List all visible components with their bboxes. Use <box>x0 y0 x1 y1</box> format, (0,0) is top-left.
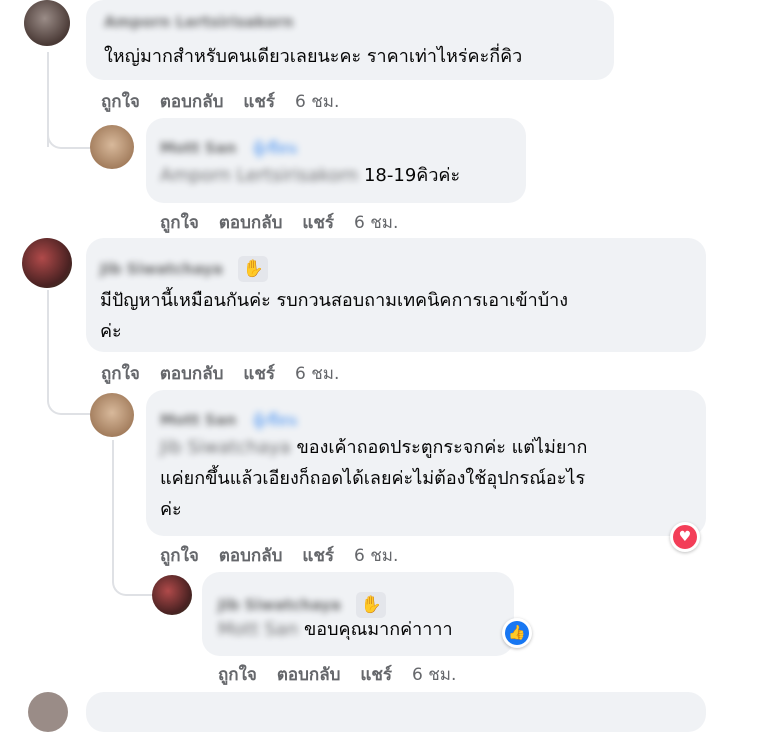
reply-button[interactable]: ตอบกลับ <box>160 364 224 384</box>
thread-curve <box>112 560 154 596</box>
timestamp: 6 ชม. <box>354 213 399 233</box>
comment-actions: ถูกใจ ตอบกลับ แชร์ 6 ชม. <box>218 661 476 688</box>
author-tag: ผู้เขียน <box>253 411 297 429</box>
thread-curve <box>47 385 91 415</box>
commenter-name[interactable]: Mott San ผู้เขียน <box>160 408 297 432</box>
comment-actions: ถูกใจ ตอบกลับ แชร์ 6 ชม. <box>101 88 359 115</box>
mention-link[interactable]: Mott San <box>218 614 298 645</box>
timestamp: 6 ชม. <box>295 92 340 112</box>
author-tag: ผู้เขียน <box>253 139 297 157</box>
reply-button[interactable]: ตอบกลับ <box>219 546 283 566</box>
thread-curve <box>47 120 91 149</box>
share-button[interactable]: แชร์ <box>243 92 275 112</box>
avatar[interactable] <box>28 692 68 732</box>
comment-text: มีปัญหานี้เหมือนกันค่ะ รบกวนสอบถามเทคนิค… <box>100 290 569 342</box>
commenter-name[interactable]: Amporn Lertsirisakorn <box>104 13 294 31</box>
like-button[interactable]: ถูกใจ <box>101 92 140 112</box>
avatar[interactable] <box>152 575 192 615</box>
like-reaction-icon[interactable]: 👍 <box>502 618 532 648</box>
comment-actions: ถูกใจ ตอบกลับ แชร์ 6 ชม. <box>101 360 359 387</box>
waving-hand-icon: ✋ <box>238 256 269 282</box>
heart-reaction-icon[interactable]: ♥ <box>670 522 700 552</box>
timestamp: 6 ชม. <box>412 665 457 685</box>
comment-actions: ถูกใจ ตอบกลับ แชร์ 6 ชม. <box>160 209 418 236</box>
avatar[interactable] <box>24 0 70 46</box>
timestamp: 6 ชม. <box>354 546 399 566</box>
mention-link[interactable]: Jib Siwatchaya <box>160 432 291 463</box>
commenter-name[interactable]: Mott San ผู้เขียน <box>160 136 297 160</box>
timestamp: 6 ชม. <box>295 364 340 384</box>
avatar[interactable] <box>22 238 72 288</box>
share-button[interactable]: แชร์ <box>360 665 392 685</box>
like-button[interactable]: ถูกใจ <box>160 213 199 233</box>
share-button[interactable]: แชร์ <box>302 546 334 566</box>
thread-line <box>112 440 114 570</box>
share-button[interactable]: แชร์ <box>302 213 334 233</box>
comment-text: Jib Siwatchaya ของเค้าถอดประตูกระจกค่ะ แ… <box>160 432 587 525</box>
commenter-name[interactable]: Jib Siwatchaya ✋ <box>100 256 269 282</box>
reply-button[interactable]: ตอบกลับ <box>160 92 224 112</box>
thread-line <box>47 290 49 390</box>
like-button[interactable]: ถูกใจ <box>101 364 140 384</box>
mention-link[interactable]: Amporn Lertsirisakorn <box>160 160 358 191</box>
share-button[interactable]: แชร์ <box>243 364 275 384</box>
avatar[interactable] <box>90 393 134 437</box>
reply-button[interactable]: ตอบกลับ <box>277 665 341 685</box>
comment-text: ใหญ่มากสำหรับคนเดียวเลยนะคะ ราคาเท่าไหร่… <box>104 46 523 67</box>
avatar[interactable] <box>90 125 134 169</box>
like-button[interactable]: ถูกใจ <box>218 665 257 685</box>
comment-bubble <box>86 692 706 732</box>
comment-text: Mott San ขอบคุณมากค่าาาา <box>218 614 453 645</box>
reply-button[interactable]: ตอบกลับ <box>219 213 283 233</box>
comment-actions: ถูกใจ ตอบกลับ แชร์ 6 ชม. <box>160 542 418 569</box>
comment-text: Amporn Lertsirisakorn 18-19คิวค่ะ <box>160 160 460 191</box>
like-button[interactable]: ถูกใจ <box>160 546 199 566</box>
